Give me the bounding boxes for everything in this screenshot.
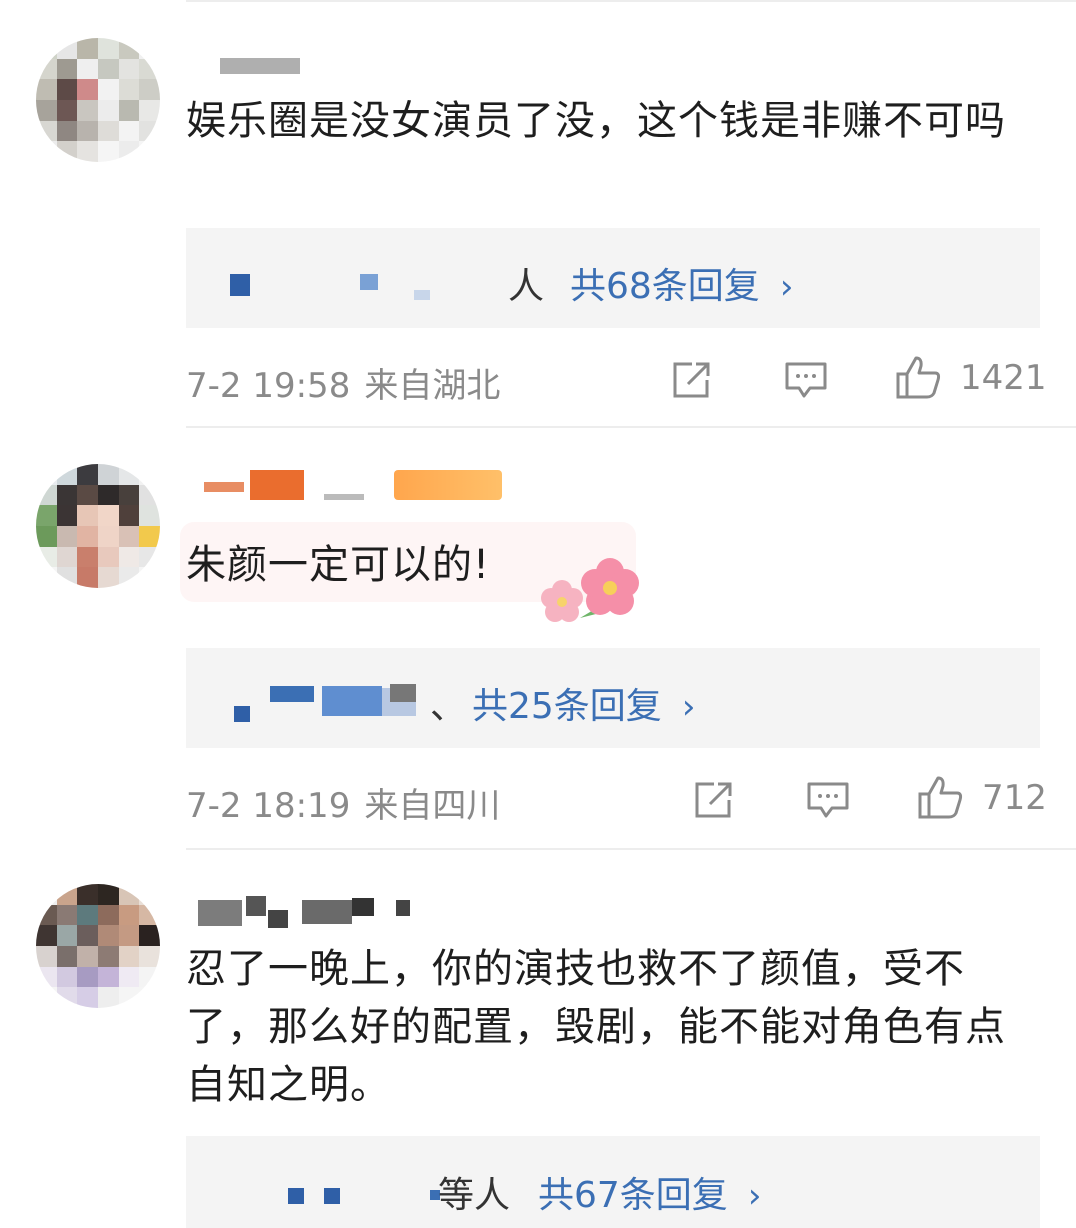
location: 来自四川 (364, 786, 501, 826)
timestamp: 7-2 19:58 (186, 366, 351, 406)
comment-item: 忍了一晚上，你的演技也救不了颜值，受不了，那么好的配置，毁剧，能不能对角色有点自… (0, 850, 1076, 1228)
replies-preview[interactable]: 、 共25条回复 › (186, 648, 1040, 748)
like-count: 712 (982, 778, 1047, 818)
thumbs-up-icon[interactable] (894, 354, 942, 404)
thumbs-up-icon[interactable] (916, 774, 964, 824)
comment-meta: 7-2 18:19 来自四川 (186, 778, 500, 827)
comment-icon[interactable] (784, 360, 828, 406)
reply-count: 共25条回复 (472, 686, 662, 727)
username-redacted[interactable] (190, 468, 510, 500)
redacted-name (288, 1188, 304, 1204)
username-redacted[interactable] (190, 896, 430, 928)
redacted-name (390, 684, 416, 702)
redacted-name (414, 290, 430, 300)
reply-people-suffix: 、 (430, 686, 467, 727)
view-replies-link[interactable]: 共68条回复 › (570, 257, 793, 309)
comment-meta: 7-2 19:58 来自湖北 (186, 358, 500, 407)
redacted-name (230, 274, 250, 296)
like-count: 1421 (960, 358, 1047, 398)
chevron-right-icon: › (681, 687, 696, 727)
comment-item: 娱乐圈是没女演员了没，这个钱是非赚不可吗 人 共68条回复 › 7-2 19:58… (0, 0, 1076, 428)
reply-count: 共67条回复 (538, 1175, 728, 1216)
chevron-right-icon: › (747, 1176, 762, 1216)
share-icon[interactable] (692, 780, 734, 824)
chevron-right-icon: › (779, 267, 794, 307)
share-icon[interactable] (670, 360, 712, 404)
reply-people-suffix: 等人 (438, 1175, 511, 1216)
avatar[interactable] (36, 464, 160, 588)
redacted-name (322, 686, 382, 716)
avatar[interactable] (36, 884, 160, 1008)
reply-count: 共68条回复 (570, 266, 760, 307)
comment-icon[interactable] (806, 780, 850, 826)
reply-people-suffix: 人 (508, 266, 545, 307)
comment-item: 朱颜一定可以的! 、 共25条回复 › 7-2 18:19 来自四川 712 (0, 428, 1076, 848)
redacted-name (360, 274, 378, 290)
replies-preview[interactable]: 人 共68条回复 › (186, 228, 1040, 328)
view-replies-link[interactable]: 共25条回复 › (472, 677, 695, 729)
redacted-name (234, 706, 250, 722)
redacted-name (270, 686, 314, 702)
username-redacted[interactable] (190, 56, 310, 86)
location: 来自湖北 (364, 366, 501, 406)
timestamp: 7-2 18:19 (186, 786, 351, 826)
view-replies-link[interactable]: 共67条回复 › (538, 1166, 761, 1218)
redacted-name (324, 1188, 340, 1204)
comment-text: 娱乐圈是没女演员了没，这个钱是非赚不可吗 (186, 98, 1006, 144)
flower-sticker-icon (536, 558, 656, 634)
replies-preview[interactable]: 等人 共67条回复 › (186, 1136, 1040, 1228)
comment-text: 忍了一晚上，你的演技也救不了颜值，受不了，那么好的配置，毁剧，能不能对角色有点自… (186, 946, 1006, 1108)
avatar[interactable] (36, 38, 160, 162)
